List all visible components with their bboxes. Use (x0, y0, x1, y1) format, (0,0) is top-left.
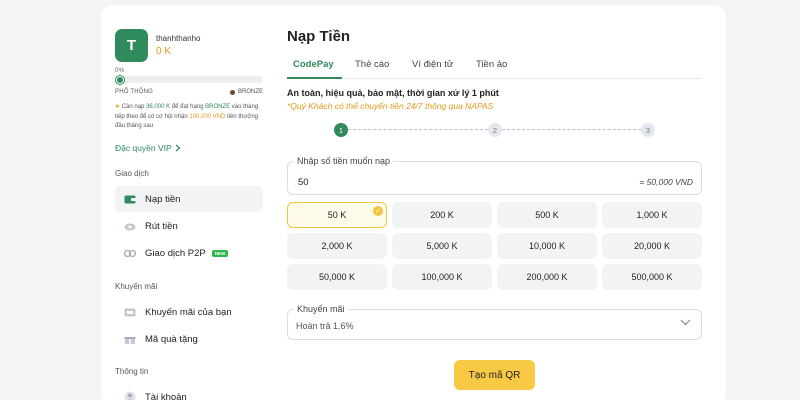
amount-option-label: 2,000 K (321, 241, 353, 251)
step-connector (502, 129, 641, 130)
step-connector (348, 129, 488, 130)
amount-converted: = 50,000 VND (639, 177, 693, 187)
amount-option-label: 10,000 K (528, 241, 566, 251)
user-icon (124, 391, 136, 400)
sidebar-item-gift-code[interactable]: Mã quà tặng (115, 326, 263, 352)
wallet-icon (124, 195, 136, 203)
step-3: 3 (641, 123, 655, 137)
tab-crypto[interactable]: Tiền ảo (476, 59, 507, 70)
amount-option-label: 200 K (430, 210, 454, 220)
active-tab-indicator (287, 77, 342, 79)
amount-option-2000k[interactable]: 2,000 K (287, 233, 387, 259)
sidebar-item-label: Giao dịch P2P (145, 247, 206, 259)
progress-indicator-icon (116, 76, 124, 84)
amount-label: Nhập số tiền muốn nạp (294, 156, 394, 166)
create-qr-button[interactable]: Tạo mã QR (454, 360, 535, 390)
rank-next-label: BRONZE (237, 89, 263, 95)
sidebar-item-label: Khuyến mãi của bạn (145, 306, 232, 318)
amount-option-200k[interactable]: 200 K (392, 202, 492, 228)
chevron-right-icon (175, 144, 181, 152)
sidebar-item-label: Tài khoản (145, 391, 187, 400)
amount-option-200000k[interactable]: 200,000 K (497, 264, 597, 290)
vip-link-label: Đặc quyền VIP (115, 143, 172, 153)
gift-icon (124, 335, 136, 344)
rank-current: PHỔ THÔNG (115, 89, 154, 95)
payment-tabs: CodePay Thẻ cào Ví điện tử Tiền ảo (287, 54, 702, 79)
vip-progress-bar (115, 76, 263, 83)
tab-e-wallet[interactable]: Ví điện tử (412, 59, 453, 70)
amount-option-5000k[interactable]: 5,000 K (392, 233, 492, 259)
sidebar-item-withdraw[interactable]: Rút tiền (115, 213, 263, 239)
exchange-icon (124, 249, 136, 257)
section-info-title: Thông tin (115, 367, 149, 376)
amount-option-label: 500,000 K (631, 272, 673, 282)
amount-option-label: 20,000 K (633, 241, 671, 251)
sidebar-item-label: Mã quà tặng (145, 333, 198, 345)
sidebar-item-my-promotions[interactable]: Khuyến mãi của bạn (115, 299, 263, 325)
amount-input-field[interactable]: Nhập số tiền muốn nạp 50 = 50,000 VND (287, 156, 702, 195)
sidebar-item-label: Rút tiền (145, 220, 178, 232)
chevron-down-icon (680, 319, 691, 326)
amount-option-1000k[interactable]: 1,000 K (602, 202, 702, 228)
amount-option-10000k[interactable]: 10,000 K (497, 233, 597, 259)
napas-note: *Quý Khách có thể chuyển tiền 24/7 thông… (287, 101, 494, 111)
vip-privileges-link[interactable]: Đặc quyền VIP (115, 143, 181, 153)
promotion-select[interactable]: Khuyến mãi Hoàn trả 1.6% (287, 304, 702, 340)
section-transactions-title: Giao dịch (115, 169, 149, 178)
check-icon: ✓ (373, 206, 383, 216)
security-subtitle: An toàn, hiệu quả, bảo mật, thời gian xử… (287, 88, 499, 98)
notice-text: để đạt hạng (170, 104, 206, 110)
amount-option-50k[interactable]: 50 K ✓ (287, 202, 387, 228)
new-badge: NEW (211, 249, 229, 257)
promotion-label: Khuyến mãi (294, 304, 348, 314)
amount-option-50000k[interactable]: 50,000 K (287, 264, 387, 290)
amount-option-label: 500 K (535, 210, 559, 220)
sidebar-item-deposit[interactable]: Nạp tiền (115, 186, 263, 212)
progress-percent: 0% (115, 67, 125, 74)
step-2: 2 (488, 123, 502, 137)
arrow-right-icon: ➤ (115, 104, 121, 110)
amount-option-500k[interactable]: 500 K (497, 202, 597, 228)
amount-value[interactable]: 50 (298, 177, 309, 188)
notice-rank: BRONZE (205, 104, 231, 110)
username: thanhthanho (156, 34, 201, 43)
amount-option-label: 50,000 K (318, 272, 356, 282)
amount-option-label: 100,000 K (421, 272, 463, 282)
notice-reward: 100,000 VND (189, 113, 226, 120)
amount-option-100000k[interactable]: 100,000 K (392, 264, 492, 290)
step-1: 1 (334, 123, 348, 137)
amount-option-20000k[interactable]: 20,000 K (602, 233, 702, 259)
sidebar-item-p2p[interactable]: Giao dịch P2P NEW (115, 240, 263, 266)
sidebar-item-account[interactable]: Tài khoản (115, 384, 263, 400)
rank-notice: ➤ Cần nạp 36,000 K để đạt hạng BRONZE và… (115, 103, 265, 132)
cash-icon (124, 223, 136, 230)
notice-amount: 36,000 K (146, 104, 171, 110)
sidebar-item-label: Nạp tiền (145, 193, 181, 205)
amount-option-label: 200,000 K (526, 272, 568, 282)
tab-scratch-card[interactable]: Thẻ cào (355, 59, 389, 70)
rank-next: BRONZE (229, 89, 263, 95)
deposit-panel: T thanhthanho 0 K 0% PHỔ THÔNG BRONZE ➤ … (101, 5, 726, 400)
balance: 0 K (156, 46, 172, 57)
amount-option-label: 50 K (327, 210, 347, 220)
ticket-icon (124, 308, 136, 316)
amount-option-label: 5,000 K (426, 241, 458, 251)
page-title: Nạp Tiền (287, 28, 351, 45)
avatar[interactable]: T (115, 29, 148, 62)
stepper: 1 2 3 (334, 123, 655, 137)
amount-option-500000k[interactable]: 500,000 K (602, 264, 702, 290)
promotion-value: Hoàn trả 1.6% (296, 321, 354, 331)
amount-option-label: 1,000 K (636, 210, 668, 220)
notice-text: Cần nạp (121, 104, 147, 110)
bronze-medal-icon (229, 89, 235, 95)
tab-codepay[interactable]: CodePay (293, 59, 334, 70)
section-promotions-title: Khuyến mãi (115, 282, 158, 291)
